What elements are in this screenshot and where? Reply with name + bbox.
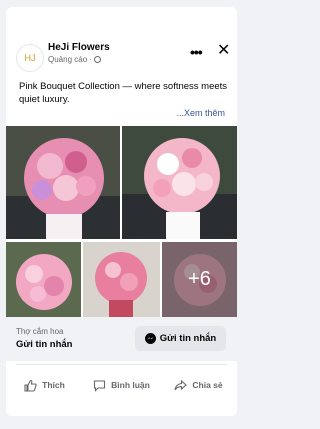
page-name[interactable]: HeJi Flowers xyxy=(48,42,110,53)
avatar-logo-text: HJ xyxy=(24,53,36,63)
comment-icon xyxy=(94,379,106,392)
comment-button[interactable]: Bình luận xyxy=(83,367,160,403)
like-icon xyxy=(24,379,37,392)
photo-grid: +6 xyxy=(6,126,237,317)
separator-dot: · xyxy=(89,55,92,64)
bouquet-photo-1[interactable] xyxy=(6,126,120,239)
sponsored-label-row: Quảng cáo · xyxy=(48,55,101,64)
more-icon[interactable]: ••• xyxy=(190,45,203,59)
messenger-icon xyxy=(144,333,156,344)
page-avatar[interactable]: HJ xyxy=(16,44,44,72)
cta-bar: Thợ cắm hoa Gửi tin nhắn Gửi tin nhắn xyxy=(6,317,237,361)
cta-title: Gửi tin nhắn xyxy=(16,339,73,350)
more-photos-overlay[interactable]: +6 xyxy=(162,242,237,317)
sponsored-post-card: HJ HeJi Flowers Quảng cáo · ••• ✕ Pink B… xyxy=(6,7,237,416)
bouquet-photo-2[interactable] xyxy=(122,126,237,239)
share-icon xyxy=(174,379,188,390)
like-label: Thích xyxy=(42,380,65,390)
actions-divider xyxy=(16,364,227,365)
share-label: Chia sẻ xyxy=(192,380,223,390)
post-header: HJ HeJi Flowers Quảng cáo · ••• ✕ xyxy=(6,7,237,72)
send-message-button[interactable]: Gửi tin nhắn xyxy=(135,326,226,351)
bouquet-photo-3[interactable] xyxy=(6,242,81,317)
comment-label: Bình luận xyxy=(111,380,150,390)
globe-icon xyxy=(93,56,101,63)
bouquet-photo-5[interactable]: +6 xyxy=(162,242,237,317)
cta-subtitle: Thợ cắm hoa xyxy=(16,327,64,336)
post-caption: Pink Bouquet Collection — where softness… xyxy=(19,81,228,105)
post-actions: Thích Bình luận Chia sẻ xyxy=(6,367,237,403)
send-message-label: Gửi tin nhắn xyxy=(159,333,217,344)
more-photos-count: +6 xyxy=(188,268,211,290)
bouquet-photo-4[interactable] xyxy=(83,242,160,317)
sponsored-label: Quảng cáo xyxy=(48,55,88,64)
share-button[interactable]: Chia sẻ xyxy=(160,367,237,403)
like-button[interactable]: Thích xyxy=(6,367,83,403)
close-icon[interactable]: ✕ xyxy=(217,43,230,59)
see-more-link[interactable]: ...Xem thêm xyxy=(176,108,225,118)
